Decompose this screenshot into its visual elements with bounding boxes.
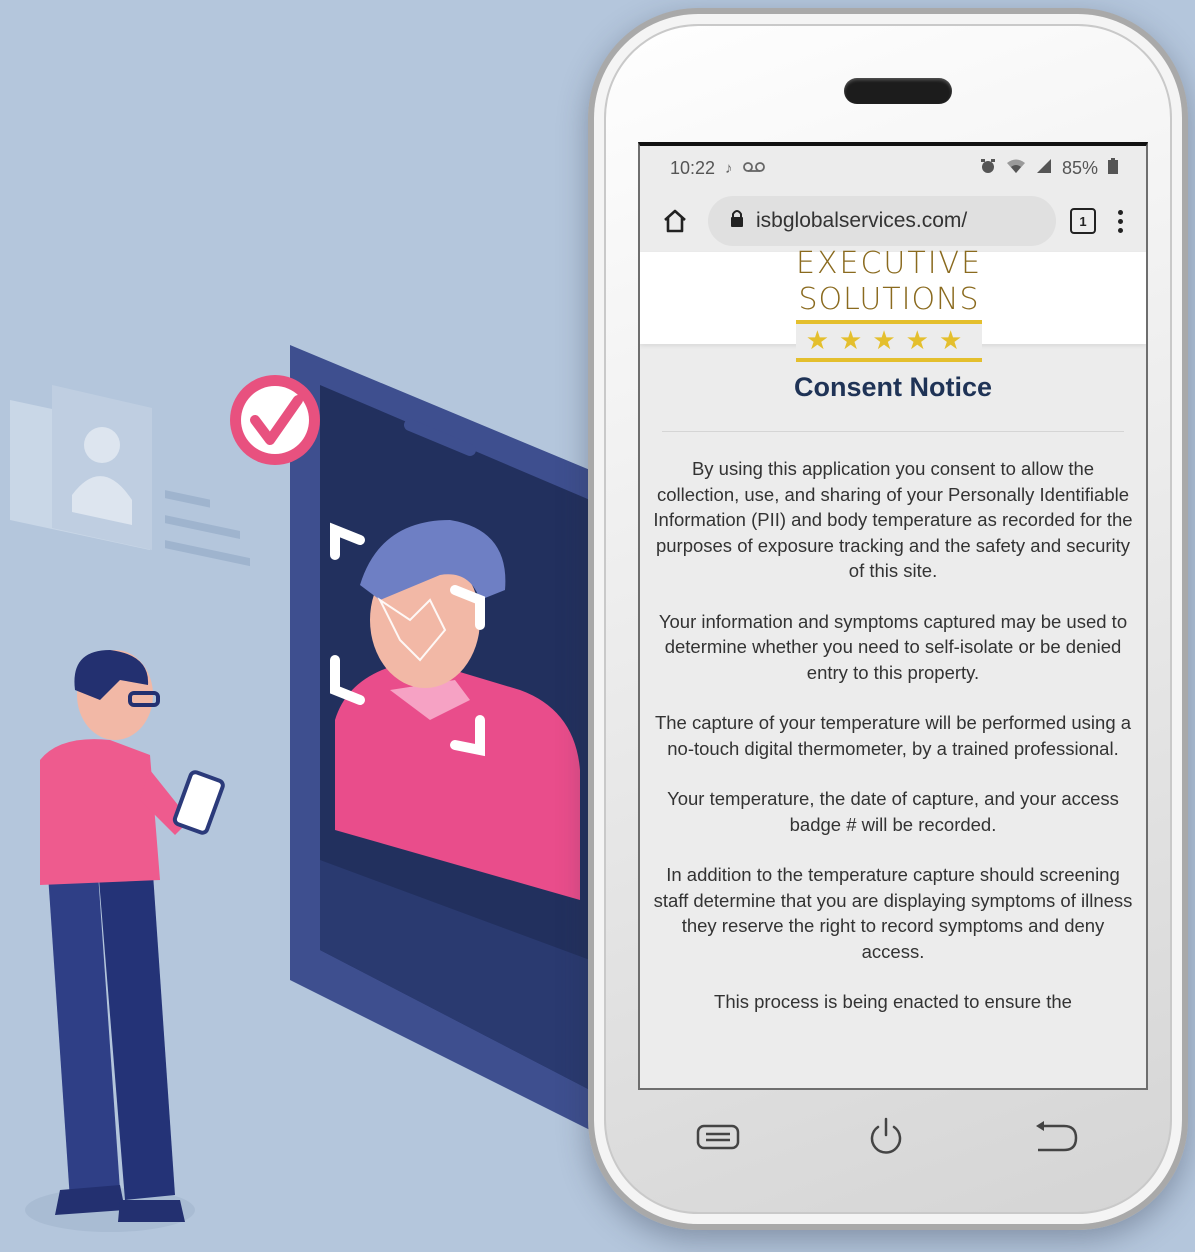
power-icon[interactable] [868, 1117, 904, 1162]
consent-paragraph: The capture of your temperature will be … [654, 712, 1132, 759]
logo-line-2: SOLUTIONS [796, 282, 982, 324]
browser-toolbar: isbglobalservices.com/ 1 [640, 190, 1146, 252]
executive-solutions-logo: EXECUTIVE SOLUTIONS ★★★★★ [796, 246, 982, 362]
url-text: isbglobalservices.com/ [756, 209, 968, 232]
status-bar: 10:22 ♪ 85% [640, 146, 1146, 190]
voicemail-icon [742, 160, 765, 177]
device-nav-bar [632, 1094, 1142, 1184]
lock-icon [730, 209, 744, 233]
consent-paragraph: By using this application you consent to… [653, 458, 1133, 581]
phone-speaker [844, 78, 952, 104]
web-page: EXECUTIVE SOLUTIONS ★★★★★ Consent Notice… [640, 246, 1146, 1015]
phone-device: 10:22 ♪ 85% isbglobalservices.com/ 1 EXE… [588, 8, 1188, 1230]
address-bar[interactable]: isbglobalservices.com/ [708, 196, 1056, 246]
consent-paragraph: This process is being enacted to ensure … [714, 991, 1072, 1012]
consent-paragraph: Your temperature, the date of capture, a… [667, 788, 1119, 835]
man-with-phone-graphic [25, 650, 225, 1232]
profile-card-graphic [10, 385, 250, 567]
music-note-icon: ♪ [725, 159, 733, 177]
signal-icon [1036, 158, 1052, 179]
status-time: 10:22 [670, 157, 716, 178]
logo-stars: ★★★★★ [796, 324, 982, 362]
logo-line-1: EXECUTIVE [796, 246, 983, 281]
wifi-icon [1006, 158, 1026, 179]
status-right: 85% [980, 157, 1118, 179]
scene: 10:22 ♪ 85% isbglobalservices.com/ 1 EXE… [0, 0, 1195, 1252]
consent-title: Consent Notice [793, 372, 993, 402]
overflow-menu-icon[interactable] [1110, 209, 1130, 233]
back-icon[interactable] [1032, 1120, 1078, 1159]
check-badge-icon [230, 375, 320, 465]
phone-screen: 10:22 ♪ 85% isbglobalservices.com/ 1 EXE… [638, 142, 1148, 1090]
battery-icon [1108, 157, 1118, 179]
status-left: 10:22 ♪ [670, 158, 765, 179]
tab-switcher-button[interactable]: 1 [1070, 208, 1096, 234]
title-divider [662, 431, 1124, 432]
consent-body: By using this application you consent to… [640, 456, 1146, 1015]
alarm-icon [980, 158, 996, 179]
home-icon[interactable] [656, 202, 694, 240]
site-header: EXECUTIVE SOLUTIONS ★★★★★ [640, 246, 1146, 362]
recent-apps-icon[interactable] [696, 1124, 740, 1155]
tab-count: 1 [1079, 213, 1087, 229]
consent-paragraph: Your information and symptoms captured m… [658, 610, 1128, 683]
consent-paragraph: In addition to the temperature capture s… [653, 864, 1133, 962]
battery-level: 85% [1061, 157, 1098, 178]
